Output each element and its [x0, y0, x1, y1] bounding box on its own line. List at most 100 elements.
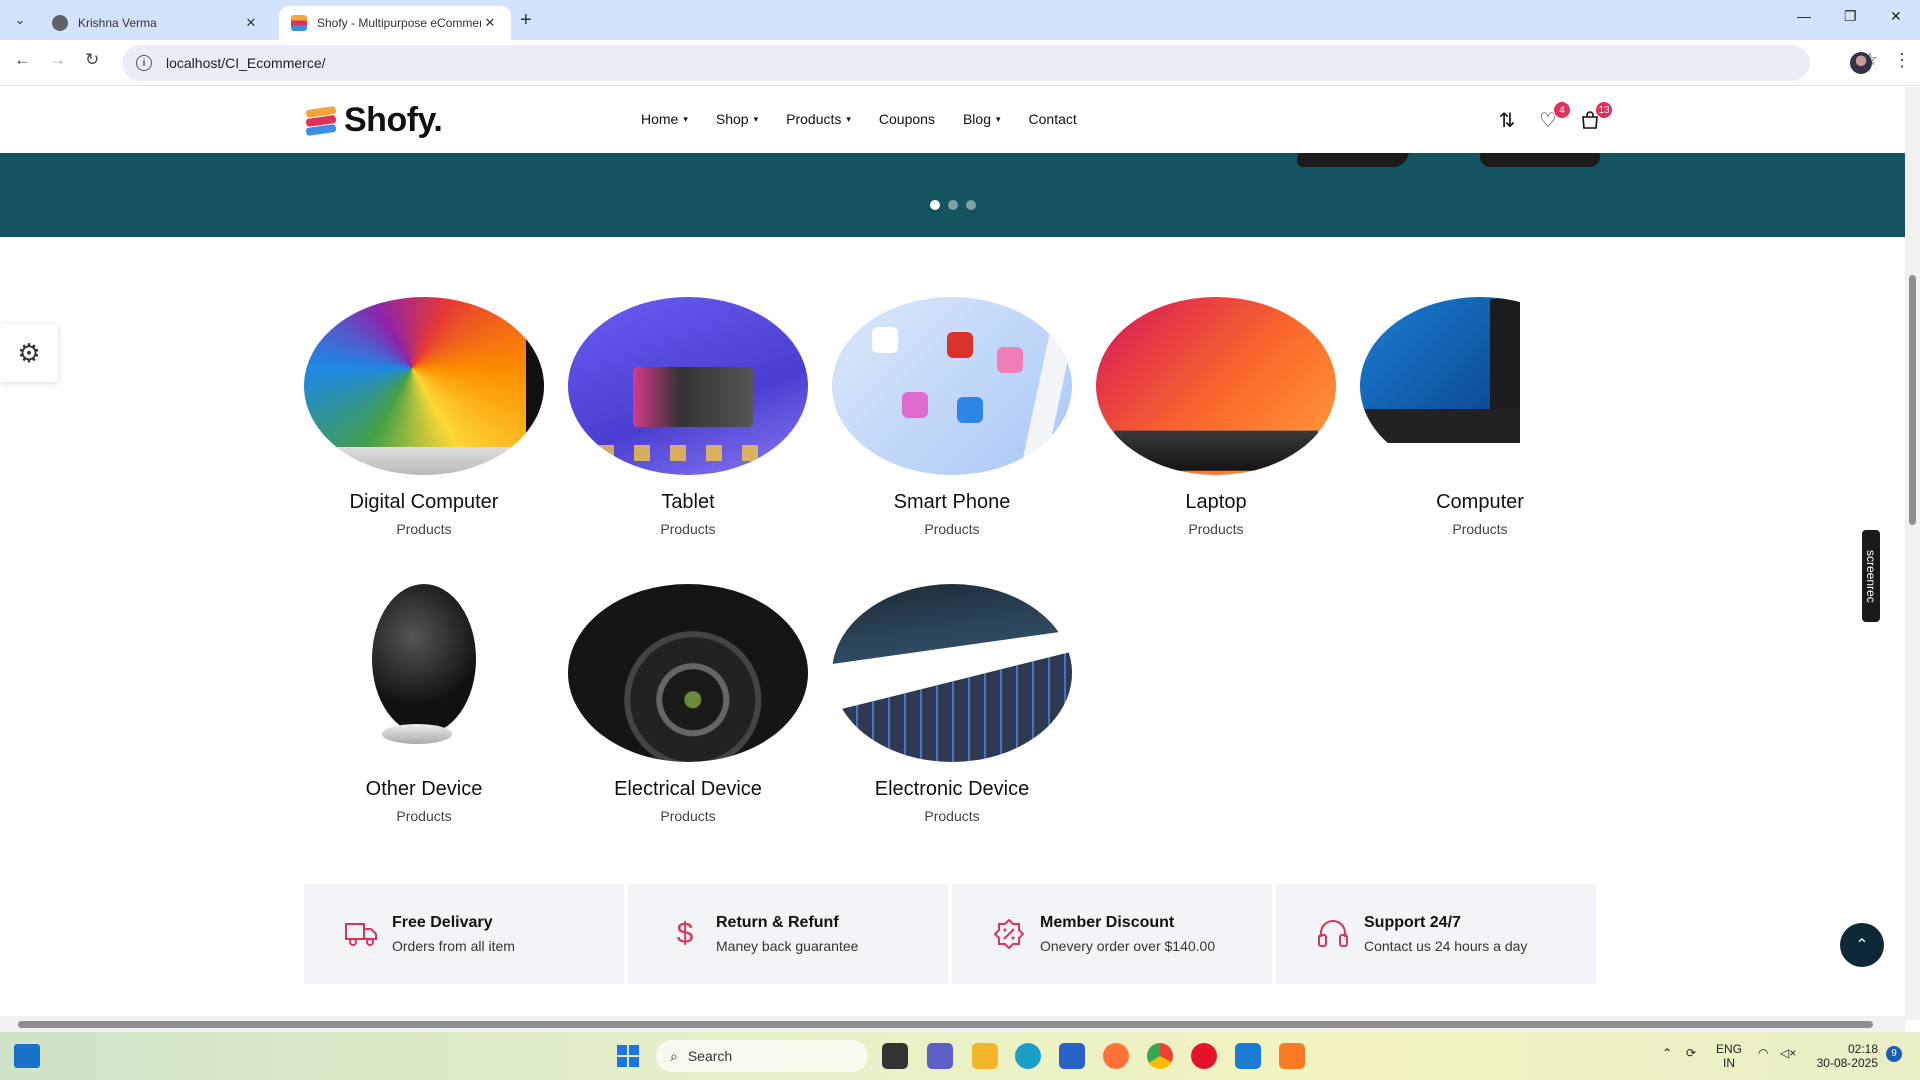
category-sub: Products: [1188, 521, 1244, 537]
feature-title: Member Discount: [1040, 914, 1175, 931]
category-card[interactable]: Other Device Products: [304, 584, 544, 824]
language-indicator[interactable]: ENG IN: [1716, 1042, 1742, 1070]
feature-subtitle: Maney back guarantee: [716, 938, 859, 954]
slider-dot-2[interactable]: [948, 200, 958, 210]
store-icon[interactable]: [1059, 1043, 1085, 1069]
clock-date: 30-08-2025: [1816, 1056, 1878, 1070]
feature-item: Support 24/7 Contact us 24 hours a day: [1276, 884, 1596, 984]
logo-mark-icon: [304, 104, 338, 138]
category-name[interactable]: Smart Phone: [832, 491, 1072, 514]
browser-tab-krishna[interactable]: Krishna Verma ✕: [40, 6, 272, 40]
url-text: localhost/CI_Ecommerce/: [166, 55, 326, 71]
nav-shop[interactable]: Shop ▾: [716, 111, 758, 127]
category-name[interactable]: Electrical Device: [568, 778, 808, 801]
settings-gear-icon[interactable]: ⚙: [0, 324, 58, 382]
address-bar[interactable]: i localhost/CI_Ecommerce/: [122, 45, 1810, 81]
tab-search-button[interactable]: ⌄: [8, 8, 32, 32]
category-name[interactable]: Computer: [1360, 491, 1600, 514]
file-explorer-icon[interactable]: [972, 1043, 998, 1069]
category-card[interactable]: Laptop Products: [1096, 297, 1336, 537]
horizontal-scrollbar[interactable]: [0, 1016, 1905, 1032]
category-image-computer[interactable]: [1360, 297, 1600, 475]
restore-icon[interactable]: ❐: [1844, 8, 1857, 25]
site-logo[interactable]: Shofy.: [304, 101, 443, 140]
main-nav: Home ▾ Shop ▾ Products ▾ Coupons Blog ▾ Cont…: [641, 111, 1105, 127]
category-name[interactable]: Other Device: [304, 778, 544, 801]
site-info-icon[interactable]: i: [136, 55, 152, 71]
cart-bag-icon[interactable]: 13: [1577, 101, 1613, 133]
category-card[interactable]: Electronic Device Products: [832, 584, 1072, 824]
forward-arrow-icon[interactable]: →: [49, 50, 66, 70]
chevron-down-icon: ▾: [846, 113, 851, 124]
nav-coupons[interactable]: Coupons: [879, 111, 935, 127]
category-name[interactable]: Electronic Device: [832, 778, 1072, 801]
edge-icon[interactable]: [1015, 1043, 1041, 1069]
clock[interactable]: 02:18 30-08-2025: [1812, 1042, 1878, 1070]
compare-arrows-icon[interactable]: ⇅: [1494, 107, 1520, 133]
vscode-icon[interactable]: [1235, 1043, 1261, 1069]
category-name[interactable]: Digital Computer: [304, 491, 544, 514]
chevron-down-icon: ▾: [683, 113, 688, 124]
notification-count-badge[interactable]: 9: [1886, 1046, 1902, 1062]
opera-icon[interactable]: [1191, 1043, 1217, 1069]
firefox-icon[interactable]: [1103, 1043, 1129, 1069]
scrollbar-thumb[interactable]: [1909, 275, 1916, 525]
category-image-electrical-device[interactable]: [568, 584, 808, 762]
search-icon: ⌕: [670, 1047, 678, 1064]
minimize-icon[interactable]: —: [1797, 8, 1811, 24]
profile-avatar[interactable]: [1850, 52, 1872, 74]
category-image-tablet[interactable]: [568, 297, 808, 475]
globe-icon: [52, 15, 68, 31]
nav-contact[interactable]: Contact: [1029, 111, 1077, 127]
chrome-icon[interactable]: [1147, 1043, 1173, 1069]
show-hidden-icons-icon[interactable]: ⌃: [1662, 1046, 1672, 1060]
feature-item: $ Return & Refunf Maney back guarantee: [628, 884, 948, 984]
category-image-smart-phone[interactable]: [832, 297, 1072, 475]
category-name[interactable]: Laptop: [1096, 491, 1336, 514]
nav-home[interactable]: Home ▾: [641, 111, 688, 127]
task-view-icon[interactable]: [882, 1043, 908, 1069]
new-tab-button[interactable]: +: [520, 9, 532, 32]
clock-time: 02:18: [1847, 1042, 1878, 1056]
category-image-digital-computer[interactable]: [304, 297, 544, 475]
volume-muted-icon[interactable]: ◁×: [1780, 1046, 1796, 1060]
xampp-icon[interactable]: [1279, 1043, 1305, 1069]
start-button[interactable]: [615, 1043, 641, 1069]
back-arrow-icon[interactable]: ←: [14, 50, 31, 70]
category-card[interactable]: Digital Computer Products: [304, 297, 544, 537]
widgets-icon[interactable]: [14, 1044, 40, 1068]
nav-products[interactable]: Products ▾: [786, 111, 851, 127]
category-card[interactable]: Electrical Device Products: [568, 584, 808, 824]
wishlist-heart-icon[interactable]: ♡ 4: [1535, 101, 1571, 133]
sync-icon[interactable]: ⟳: [1686, 1046, 1696, 1060]
category-image-laptop[interactable]: [1096, 297, 1336, 475]
category-card[interactable]: Tablet Products: [568, 297, 808, 537]
close-window-icon[interactable]: ✕: [1890, 8, 1902, 25]
reload-icon[interactable]: ↻: [85, 50, 99, 70]
scrollbar-thumb[interactable]: [18, 1021, 1873, 1028]
category-sub: Products: [1452, 521, 1508, 537]
search-placeholder: Search: [687, 1048, 733, 1064]
feature-subtitle: Contact us 24 hours a day: [1364, 938, 1528, 954]
features-strip: Free Delivary Orders from all item $ Ret…: [304, 884, 1602, 984]
category-image-other-device[interactable]: [304, 584, 544, 762]
close-tab-icon[interactable]: ✕: [242, 15, 260, 31]
close-tab-icon[interactable]: ✕: [481, 15, 499, 31]
vertical-scrollbar[interactable]: [1905, 87, 1920, 1020]
category-image-electronic-device[interactable]: [832, 584, 1072, 762]
language-code: ENG: [1716, 1042, 1743, 1056]
browser-menu-icon[interactable]: ⋮: [1893, 50, 1911, 71]
slider-dot-3[interactable]: [966, 200, 976, 210]
taskbar-search-box[interactable]: ⌕ Search: [656, 1040, 868, 1072]
teams-icon[interactable]: [927, 1043, 953, 1069]
scroll-to-top-button[interactable]: ⌃: [1840, 923, 1884, 967]
screenrec-widget[interactable]: screenrec: [1862, 530, 1880, 622]
category-card[interactable]: Smart Phone Products: [832, 297, 1072, 537]
category-name[interactable]: Tablet: [568, 491, 808, 514]
browser-tab-shofy[interactable]: Shofy - Multipurpose eCommerce ✕: [279, 6, 511, 40]
nav-blog[interactable]: Blog ▾: [963, 111, 1001, 127]
slider-dot-1[interactable]: [930, 200, 940, 210]
hero-device-image: [1293, 153, 1417, 167]
wifi-icon[interactable]: ◠: [1758, 1046, 1768, 1060]
category-card[interactable]: Computer Products: [1360, 297, 1600, 537]
